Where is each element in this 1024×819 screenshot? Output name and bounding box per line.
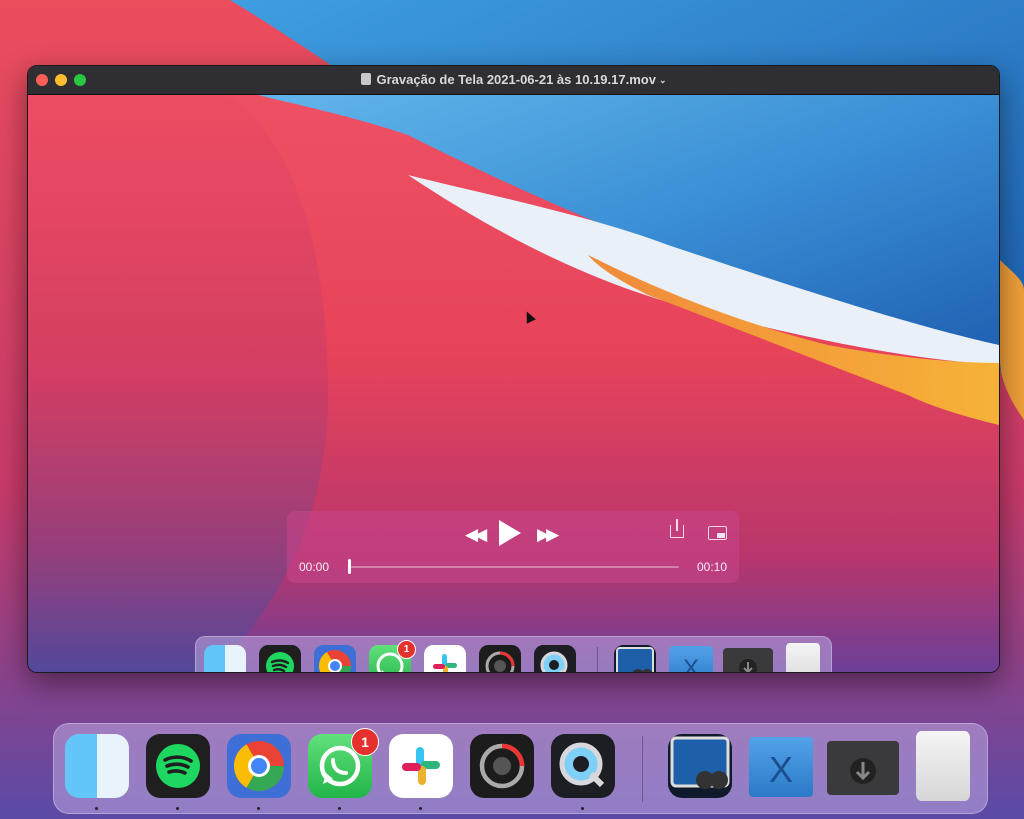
dock-item-preview[interactable] xyxy=(668,734,732,798)
video-content-wallpaper xyxy=(28,95,999,672)
spotify-icon xyxy=(259,645,301,672)
downloads-stack-icon xyxy=(723,648,773,672)
window-titlebar[interactable]: Gravação de Tela 2021-06-21 às 10.19.17.… xyxy=(28,66,999,95)
chrome-icon xyxy=(314,645,356,672)
dock-item-photo-booth[interactable] xyxy=(470,734,534,798)
scrubber-track[interactable] xyxy=(349,566,679,568)
slack-icon xyxy=(424,645,466,672)
running-indicator xyxy=(419,807,422,810)
chevron-down-icon[interactable]: ⌄ xyxy=(659,75,667,86)
running-indicator xyxy=(257,807,260,810)
svg-text:X: X xyxy=(769,749,793,790)
running-indicator xyxy=(338,807,341,810)
dock-item-trash[interactable] xyxy=(916,731,970,801)
applications-folder-icon: X xyxy=(669,646,713,672)
dock-item-downloads[interactable] xyxy=(827,741,899,795)
dock-separator xyxy=(597,647,598,672)
preview-icon xyxy=(614,645,656,672)
photo-booth-icon xyxy=(479,645,521,672)
window-title[interactable]: Gravação de Tela 2021-06-21 às 10.19.17.… xyxy=(28,72,999,87)
svg-text:X: X xyxy=(683,655,699,672)
finder-icon xyxy=(204,645,246,672)
quicktime-window: Gravação de Tela 2021-06-21 às 10.19.17.… xyxy=(27,65,1000,673)
notification-badge: 1 xyxy=(351,728,379,756)
dock: 1 X xyxy=(53,723,988,814)
dock-item-chrome[interactable] xyxy=(227,734,291,798)
dock-item-slack[interactable] xyxy=(389,734,453,798)
rewind-icon[interactable]: ◀◀ xyxy=(465,525,487,545)
trash-icon xyxy=(786,643,820,672)
quicktime-icon xyxy=(534,645,576,672)
play-icon[interactable] xyxy=(499,520,521,546)
dock-item-spotify[interactable] xyxy=(146,734,210,798)
playback-controls: ◀◀ ▶▶ 00:00 00:10 xyxy=(287,511,739,583)
dock-item-applications[interactable]: X xyxy=(749,737,813,797)
video-frame[interactable]: ◀◀ ▶▶ 00:00 00:10 1 X xyxy=(28,95,999,672)
notification-badge: 1 xyxy=(397,640,416,659)
dock-item-finder[interactable] xyxy=(65,734,129,798)
picture-in-picture-icon[interactable] xyxy=(708,526,727,540)
movie-document-icon xyxy=(360,73,371,85)
dock-separator xyxy=(642,736,643,802)
running-indicator xyxy=(581,807,584,810)
dock-item-quicktime[interactable] xyxy=(551,734,615,798)
running-indicator xyxy=(176,807,179,810)
recorded-dock: 1 X xyxy=(195,636,832,672)
time-total: 00:10 xyxy=(696,560,727,574)
scrubber-playhead[interactable] xyxy=(348,559,351,574)
time-elapsed: 00:00 xyxy=(299,560,330,574)
running-indicator xyxy=(95,807,98,810)
fast-forward-icon[interactable]: ▶▶ xyxy=(537,525,559,545)
window-title-text: Gravação de Tela 2021-06-21 às 10.19.17.… xyxy=(376,72,656,87)
share-icon[interactable] xyxy=(670,519,684,538)
